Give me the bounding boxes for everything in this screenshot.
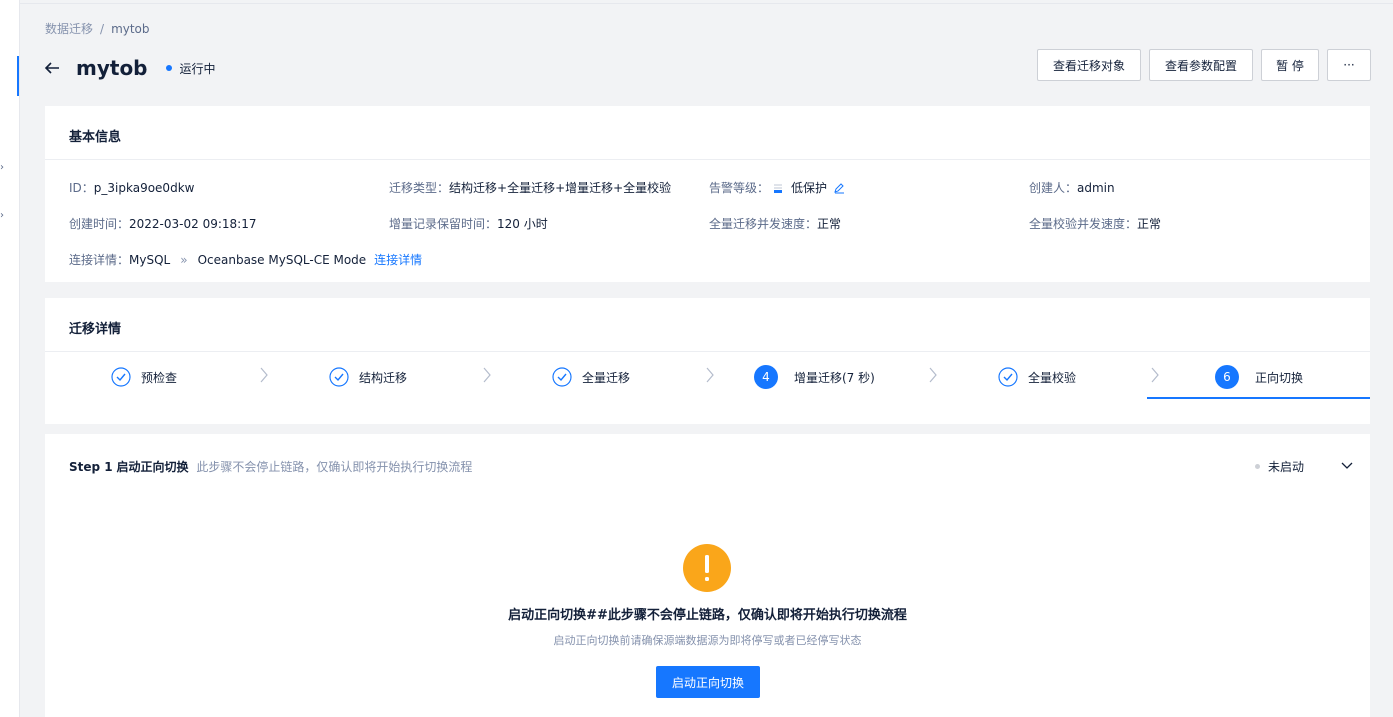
info-created-value: 2022-03-02 09:18:17	[129, 216, 257, 231]
more-button[interactable]: ···	[1327, 49, 1371, 81]
info-retention-value: 120 小时	[497, 217, 548, 231]
info-created-time: 创建时间： 2022-03-02 09:18:17	[69, 215, 256, 232]
view-param-config-button[interactable]: 查看参数配置	[1149, 49, 1253, 81]
info-alarm-label: 告警等级：	[709, 181, 770, 195]
view-migration-objects-button[interactable]: 查看迁移对象	[1037, 49, 1141, 81]
info-full-speed-label: 全量迁移并发速度：	[709, 217, 818, 231]
info-full-speed: 全量迁移并发速度： 正常	[709, 215, 841, 232]
back-arrow-icon[interactable]	[44, 60, 60, 76]
info-alarm: 告警等级： 低保护	[709, 179, 845, 196]
side-nav-strip: › ›	[0, 0, 20, 717]
step-number-badge: 6	[1215, 365, 1239, 389]
step-label: 结构迁移	[359, 370, 408, 385]
check-circle-icon	[998, 367, 1018, 387]
step-arrow-icon	[929, 367, 937, 383]
side-nav-caret-icon[interactable]: ›	[0, 162, 4, 173]
result-subtitle: 启动正向切换前请确保源端数据源为即将停写或者已经停写状态	[553, 634, 862, 647]
step-panel-header[interactable]: Step 1 启动正向切换 此步骤不会停止链路，仅确认即将开始执行切换流程	[69, 458, 472, 475]
side-nav-active-indicator	[17, 56, 19, 96]
card-divider	[45, 159, 1370, 160]
step-schema-migration[interactable]: 结构迁移	[329, 366, 407, 388]
connection-detail-link[interactable]: 连接详情	[374, 251, 422, 268]
info-conn-label: 连接详情：	[69, 253, 130, 267]
info-verify-speed-value: 正常	[1137, 217, 1162, 231]
header-actions: 查看迁移对象 查看参数配置 暂 停 ···	[1037, 49, 1371, 81]
step-full-verification[interactable]: 全量校验	[998, 366, 1076, 388]
info-conn-source: MySQL	[129, 252, 171, 267]
info-verify-speed-label: 全量校验并发速度：	[1029, 217, 1138, 231]
step-precheck[interactable]: 预检查	[111, 366, 177, 388]
info-creator-label: 创建人：	[1029, 181, 1078, 195]
breadcrumb-separator: /	[100, 22, 105, 36]
step-full-migration[interactable]: 全量迁移	[552, 366, 630, 388]
info-creator: 创建人： admin	[1029, 179, 1115, 196]
migration-detail-card: 迁移详情 预检查 结构迁移 全量迁移 4 增量迁移(7 秒) 全量校验 6 正向…	[45, 298, 1370, 424]
result-title: 启动正向切换##此步骤不会停止链路，仅确认即将开始执行切换流程	[508, 608, 907, 623]
step-panel-description: 此步骤不会停止链路，仅确认即将开始执行切换流程	[196, 460, 473, 474]
exclamation-warning-icon	[683, 544, 731, 592]
step-status: 未启动	[1254, 458, 1304, 475]
edit-icon[interactable]	[833, 182, 845, 194]
step-status-text: 未启动	[1267, 460, 1304, 474]
breadcrumb-current: mytob	[111, 22, 150, 36]
info-full-speed-value: 正常	[817, 217, 842, 231]
basic-info-title: 基本信息	[69, 130, 122, 145]
chevron-down-icon[interactable]	[1340, 458, 1354, 472]
step-number: Step 1	[69, 460, 113, 474]
info-id-value: p_3ipka9oe0dkw	[93, 180, 195, 195]
info-verify-speed: 全量校验并发速度： 正常	[1029, 215, 1161, 232]
migration-detail-title: 迁移详情	[69, 322, 122, 337]
status-dot	[1254, 464, 1260, 469]
top-divider	[19, 3, 1393, 4]
info-retention: 增量记录保留时间： 120 小时	[389, 215, 548, 232]
switchover-step-panel: Step 1 启动正向切换 此步骤不会停止链路，仅确认即将开始执行切换流程 未启…	[45, 434, 1370, 717]
check-circle-icon	[111, 367, 131, 387]
step-number-badge: 4	[754, 365, 778, 389]
info-connection: 连接详情： MySQL » Oceanbase MySQL-CE Mode 连接详情	[69, 251, 422, 268]
pause-button[interactable]: 暂 停	[1261, 49, 1319, 81]
step-label: 全量校验	[1028, 370, 1077, 385]
step-label: 预检查	[141, 370, 178, 385]
active-step-underline	[1147, 397, 1370, 399]
check-circle-icon	[552, 367, 572, 387]
step-arrow-icon	[706, 367, 714, 383]
step-arrow-icon	[483, 367, 491, 383]
info-retention-label: 增量记录保留时间：	[389, 217, 498, 231]
breadcrumb: 数据迁移 / mytob	[45, 20, 150, 37]
side-nav-caret-icon[interactable]: ›	[0, 210, 4, 221]
check-circle-icon	[329, 367, 349, 387]
info-created-label: 创建时间：	[69, 217, 130, 231]
status-badge: 运行中	[179, 61, 216, 76]
info-creator-value: admin	[1077, 180, 1115, 195]
alarm-level-icon	[774, 183, 783, 193]
step-label: 全量迁移	[582, 370, 631, 385]
step-label: 增量迁移(7 秒)	[794, 370, 875, 385]
info-id-label: ID：	[69, 181, 94, 195]
card-divider	[45, 351, 1370, 352]
step-arrow-icon	[260, 367, 268, 383]
step-incremental-migration[interactable]: 4 增量迁移(7 秒)	[754, 365, 875, 389]
page-title: mytob	[76, 56, 148, 80]
basic-info-card: 基本信息 ID： p_3ipka9oe0dkw 迁移类型： 结构迁移+全量迁移+增量…	[45, 106, 1370, 282]
info-id: ID： p_3ipka9oe0dkw	[69, 179, 194, 196]
start-switchover-button[interactable]: 启动正向切换	[656, 666, 760, 698]
info-alarm-value: 低保护	[791, 181, 828, 195]
breadcrumb-root-link[interactable]: 数据迁移	[45, 22, 93, 36]
step-forward-switchover[interactable]: 6 正向切换	[1215, 365, 1304, 389]
info-type-value: 结构迁移+全量迁移+增量迁移+全量校验	[449, 181, 672, 195]
step-arrow-icon	[1151, 367, 1159, 383]
info-conn-target: Oceanbase MySQL-CE Mode	[197, 252, 367, 267]
status-dot	[165, 65, 172, 71]
step-panel-title: 启动正向切换	[116, 460, 189, 474]
page-header: mytob 运行中	[44, 56, 216, 80]
double-chevron-icon: »	[180, 252, 188, 267]
info-type-label: 迁移类型：	[389, 181, 450, 195]
step-label: 正向切换	[1255, 370, 1304, 385]
info-type: 迁移类型： 结构迁移+全量迁移+增量迁移+全量校验	[389, 179, 671, 196]
